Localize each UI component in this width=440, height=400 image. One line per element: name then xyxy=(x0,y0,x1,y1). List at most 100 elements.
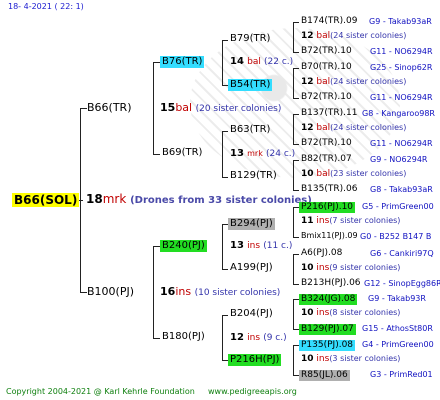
generation-info: G4 - PrimGreen00 xyxy=(362,340,434,349)
generation-info: G5 - PrimGreen00 xyxy=(362,202,434,211)
connector xyxy=(222,315,223,361)
drone-group: ins xyxy=(247,241,261,251)
ancestor-queen[interactable]: B204(PJ) xyxy=(230,309,273,319)
ancestor-queen[interactable]: B82(TR).07 xyxy=(301,155,352,164)
generation-info: G15 - AthosSt80R xyxy=(362,324,433,333)
drone-sisters: (3 sister colonies) xyxy=(329,354,401,363)
connector xyxy=(293,254,299,255)
generation-info: G8 - Takab93aR xyxy=(370,185,433,194)
site-link[interactable]: www.pedigreeapis.org xyxy=(208,388,297,396)
ancestor-queen[interactable]: P216H(PJ) xyxy=(228,354,282,366)
connector xyxy=(293,22,299,23)
ancestor-drone-info: 14 bal (22 c.) xyxy=(230,57,293,67)
ancestor-queen[interactable]: Bmix11(PJ).09 xyxy=(301,232,358,240)
connector xyxy=(80,108,81,293)
ancestor-queen[interactable]: B137(TR).11 xyxy=(301,109,357,118)
root-drone-info: 18mrk (Drones from 33 sister colonies) xyxy=(86,193,312,206)
ancestor-queen[interactable]: B76(TR) xyxy=(160,56,205,68)
connector xyxy=(222,269,228,270)
ancestor-queen[interactable]: R85(JL).06 xyxy=(299,370,350,381)
connector xyxy=(293,160,294,191)
drone-sisters: (24 c.) xyxy=(266,149,296,159)
drone-sisters: (23 sister colonies) xyxy=(330,169,407,178)
ancestor-queen[interactable]: B213H(PJ).06 xyxy=(301,279,361,288)
generation-info: G9 - Takab93aR xyxy=(369,17,432,26)
ancestor-queen[interactable]: P216(PJ).10 xyxy=(299,202,356,213)
ancestor-queen[interactable]: B135(TR).06 xyxy=(301,185,357,194)
drone-info: 10 bal(23 sister colonies) xyxy=(301,170,406,179)
ancestor-queen[interactable]: B294(PJ) xyxy=(228,218,275,230)
ancestor-drone-info: 12 ins (9 c.) xyxy=(230,333,287,343)
connector xyxy=(293,284,299,285)
generation-info: G11 - NO6294R xyxy=(370,47,433,56)
ancestor-queen[interactable]: A6(PJ).08 xyxy=(301,249,342,258)
drone-count: 10 xyxy=(301,308,314,318)
root-drone-sisters: (Drones from 33 sister colonies) xyxy=(130,195,312,206)
generation-info: G12 - SinopEgg86R xyxy=(364,279,440,288)
drone-group: ins xyxy=(316,216,330,226)
drone-group: ins xyxy=(316,354,330,364)
drone-sisters: (7 sister colonies) xyxy=(329,216,401,225)
drone-count: 13 xyxy=(230,148,244,159)
ancestor-queen[interactable]: B174(TR).09 xyxy=(301,17,357,26)
connector xyxy=(153,338,160,339)
drone-info: 12 bal(24 sister colonies) xyxy=(301,78,406,87)
drone-group: mrk xyxy=(247,149,263,158)
drone-info: 10 ins(9 sister colonies) xyxy=(301,264,400,273)
drone-group: bal xyxy=(316,169,331,179)
copyright-text: Copyright 2004-2021 @ Karl Kehrle Founda… xyxy=(6,387,195,396)
drone-info: 10 ins(3 sister colonies) xyxy=(301,355,400,364)
connector xyxy=(293,207,294,238)
drone-sisters: (11 c.) xyxy=(263,241,293,251)
date-header: 18- 4-2021 ( 22: 1) xyxy=(8,2,84,11)
connector xyxy=(222,40,228,41)
connector xyxy=(293,144,299,145)
drone-count: 12 xyxy=(301,31,314,41)
drone-group: ins xyxy=(247,333,261,343)
ancestor-queen[interactable]: P135(PJ).08 xyxy=(299,340,356,351)
connector xyxy=(153,246,154,339)
drone-sisters: (20 sister colonies) xyxy=(195,104,282,114)
generation-info: G8 - Kangaroo98R xyxy=(362,109,435,118)
drone-group: bal xyxy=(316,123,331,133)
ancestor-queen[interactable]: B72(TR).10 xyxy=(301,139,352,148)
ancestor-queen[interactable]: B79(TR) xyxy=(230,34,270,44)
drone-sisters: (8 sister colonies) xyxy=(329,308,401,317)
ancestor-queen[interactable]: B240(PJ) xyxy=(160,240,207,252)
drone-count: 12 xyxy=(301,123,314,133)
ancestor-queen[interactable]: B72(TR).10 xyxy=(301,47,352,56)
ancestor-queen[interactable]: B129(PJ).07 xyxy=(299,324,356,335)
connector xyxy=(293,114,299,115)
connector xyxy=(293,345,294,376)
drone-group: bal xyxy=(316,77,331,87)
drone-count: 13 xyxy=(230,240,244,251)
connector xyxy=(293,160,299,161)
ancestor-queen[interactable]: B72(TR).10 xyxy=(301,93,352,102)
drone-count: 12 xyxy=(230,332,244,343)
drone-group: ins xyxy=(175,285,192,298)
mother-queen[interactable]: B66(TR) xyxy=(87,102,132,113)
connector xyxy=(153,62,160,63)
drone-sisters: (9 sister colonies) xyxy=(329,263,401,272)
ancestor-queen[interactable]: B129(TR) xyxy=(230,171,277,181)
drone-count: 14 xyxy=(230,56,244,67)
ancestor-queen[interactable]: B63(TR) xyxy=(230,125,270,135)
generation-info: G25 - Sinop62R xyxy=(370,63,433,72)
root-queen[interactable]: B66(SOL) xyxy=(12,193,80,207)
connector xyxy=(222,40,223,86)
father-queen[interactable]: B100(PJ) xyxy=(87,286,134,297)
drone-sisters: (24 sister colonies) xyxy=(330,77,407,86)
ancestor-queen[interactable]: B70(TR).10 xyxy=(301,63,352,72)
ancestor-queen[interactable]: B54(TR) xyxy=(228,79,273,91)
ancestor-queen[interactable]: A199(PJ) xyxy=(230,263,273,273)
generation-info: G0 - B252 B147 B xyxy=(360,232,432,241)
ancestor-drone-info: 13 mrk (24 c.) xyxy=(230,149,295,159)
drone-group: bal xyxy=(175,101,193,114)
drone-count: 15 xyxy=(160,101,176,114)
ancestor-queen[interactable]: B69(TR) xyxy=(162,148,202,158)
ancestor-queen[interactable]: B324(JG).08 xyxy=(299,294,358,305)
connector xyxy=(153,154,160,155)
connector xyxy=(153,246,160,247)
ancestor-queen[interactable]: B180(PJ) xyxy=(162,332,205,342)
drone-group: ins xyxy=(316,263,330,273)
